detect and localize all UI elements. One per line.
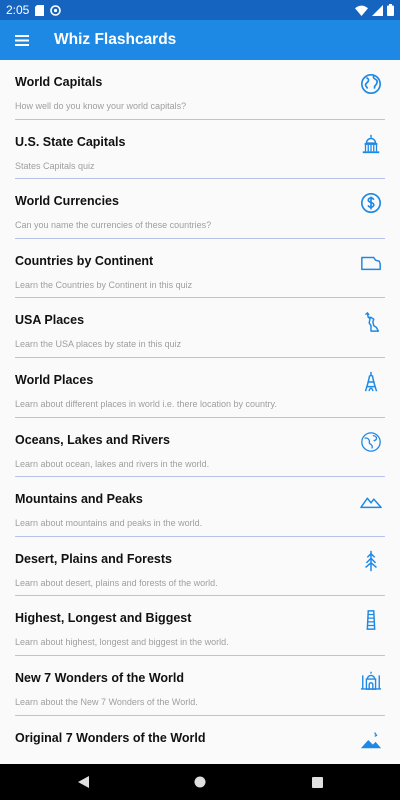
pine-tree-icon (365, 550, 377, 571)
recents-button[interactable] (259, 764, 376, 800)
globe-icon (361, 74, 381, 94)
list-item[interactable]: U.S. State Capitals States Capitals quiz (0, 120, 400, 180)
item-title: USA Places (15, 313, 85, 328)
item-subtitle: Learn about different places in world i.… (15, 398, 277, 409)
item-subtitle: Learn about the New 7 Wonders of the Wor… (15, 696, 198, 707)
item-title: Mountains and Peaks (15, 492, 143, 507)
item-title: Oceans, Lakes and Rivers (15, 432, 170, 447)
sync-icon (50, 4, 62, 16)
recents-square-icon (311, 776, 323, 788)
hamburger-menu-icon (15, 34, 29, 46)
item-subtitle: Learn about highest, longest and biggest… (15, 637, 229, 648)
item-subtitle: Learn about desert, plains and forests o… (15, 577, 218, 588)
list-item[interactable]: New 7 Wonders of the World Learn about t… (0, 656, 400, 716)
list-item[interactable]: USA Places Learn the USA places by state… (0, 298, 400, 358)
eiffel-tower-icon (364, 371, 378, 392)
system-navigation-bar (0, 764, 400, 800)
capitol-building-icon (362, 134, 380, 153)
wifi-icon (355, 5, 368, 16)
item-title: World Capitals (15, 75, 103, 89)
item-title: New 7 Wonders of the World (15, 670, 184, 685)
signal-icon (372, 4, 383, 16)
battery-icon (387, 4, 394, 16)
list-item[interactable]: Highest, Longest and Biggest Learn about… (0, 596, 400, 656)
back-button[interactable] (25, 764, 142, 800)
item-title: Countries by Continent (15, 253, 154, 268)
item-title: World Currencies (15, 194, 119, 209)
list-item[interactable]: Countries by Continent Learn the Countri… (0, 239, 400, 299)
dollar-icon (361, 193, 381, 214)
taj-mahal-icon (360, 671, 382, 690)
app-bar: Whiz Flashcards (0, 20, 400, 60)
list-item[interactable]: Desert, Plains and Forests Learn about d… (0, 537, 400, 597)
item-subtitle: Learn the USA places by state in this qu… (15, 339, 182, 350)
category-list[interactable]: World Capitals How well do you know your… (0, 60, 400, 764)
app-title: Whiz Flashcards (54, 31, 177, 48)
list-item[interactable]: Original 7 Wonders of the World (0, 716, 400, 764)
menu-button[interactable] (2, 20, 42, 60)
item-subtitle: How well do you know your world capitals… (15, 101, 187, 111)
item-subtitle: Can you name the currencies of these cou… (15, 220, 212, 231)
leaning-tower-icon (366, 610, 376, 631)
list-item[interactable]: Oceans, Lakes and Rivers Learn about oce… (0, 418, 400, 478)
item-subtitle: Learn about ocean, lakes and rivers in t… (15, 458, 210, 469)
back-triangle-icon (77, 776, 89, 788)
statue-of-liberty-icon (365, 312, 380, 333)
sd-card-icon (35, 4, 45, 16)
item-title: U.S. State Capitals (15, 134, 126, 149)
mountain-icon (360, 497, 382, 509)
earth-water-icon (361, 431, 381, 452)
item-title: Original 7 Wonders of the World (15, 730, 206, 745)
pyramids-icon (360, 731, 382, 748)
item-subtitle: States Capitals quiz (15, 160, 95, 171)
status-time: 2:05 (6, 3, 30, 17)
home-circle-icon (194, 776, 206, 788)
list-item[interactable]: Mountains and Peaks Learn about mountain… (0, 477, 400, 537)
item-subtitle: Learn the Countries by Continent in this… (15, 279, 193, 290)
item-title: Desert, Plains and Forests (15, 551, 173, 566)
map-outline-icon (361, 256, 381, 270)
list-item[interactable]: World Places Learn about different place… (0, 358, 400, 418)
list-item[interactable]: World Currencies Can you name the curren… (0, 179, 400, 239)
status-bar: 2:05 (0, 0, 400, 20)
home-button[interactable] (142, 764, 259, 800)
item-title: Highest, Longest and Biggest (15, 611, 192, 626)
item-subtitle: Learn about mountains and peaks in the w… (15, 518, 203, 529)
item-title: World Places (15, 372, 94, 387)
list-item[interactable]: World Capitals How well do you know your… (0, 60, 400, 120)
